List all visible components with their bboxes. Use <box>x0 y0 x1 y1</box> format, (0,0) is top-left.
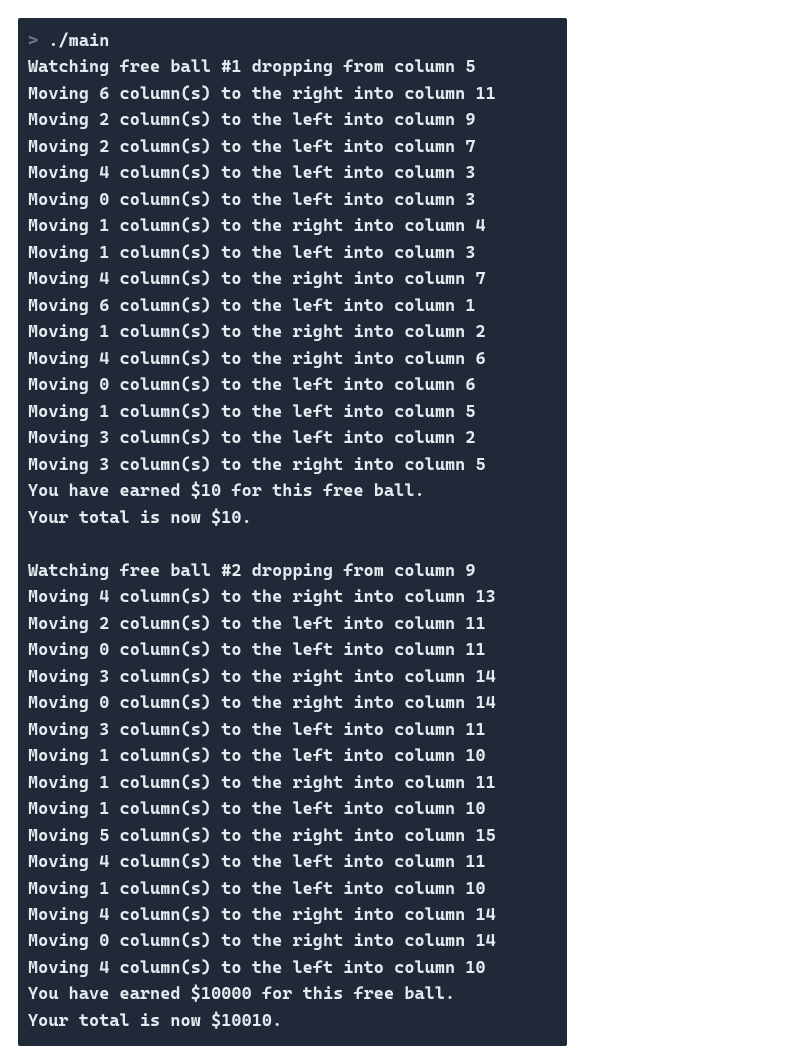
output-line: You have earned $10 for this free ball. <box>28 478 557 504</box>
output-line: Moving 4 column(s) to the left into colu… <box>28 849 557 875</box>
output-line: Watching free ball #1 dropping from colu… <box>28 54 557 80</box>
output-line: Moving 1 column(s) to the left into colu… <box>28 876 557 902</box>
output-line: Moving 2 column(s) to the left into colu… <box>28 134 557 160</box>
output-line: Moving 5 column(s) to the right into col… <box>28 823 557 849</box>
output-line: Moving 3 column(s) to the right into col… <box>28 452 557 478</box>
output-line: Moving 4 column(s) to the left into colu… <box>28 160 557 186</box>
output-line: Moving 3 column(s) to the right into col… <box>28 664 557 690</box>
output-line: Moving 1 column(s) to the right into col… <box>28 213 557 239</box>
output-line: Moving 4 column(s) to the right into col… <box>28 346 557 372</box>
output-line: You have earned $10000 for this free bal… <box>28 981 557 1007</box>
output-line: Moving 0 column(s) to the left into colu… <box>28 372 557 398</box>
blank-line <box>28 531 557 557</box>
prompt-symbol: > <box>28 31 38 51</box>
output-line: Moving 4 column(s) to the right into col… <box>28 266 557 292</box>
prompt-line: > ./main <box>28 28 557 54</box>
output-line: Moving 2 column(s) to the left into colu… <box>28 107 557 133</box>
output-line: Moving 4 column(s) to the left into colu… <box>28 955 557 981</box>
output-line: Moving 3 column(s) to the left into colu… <box>28 425 557 451</box>
output-line: Moving 3 column(s) to the left into colu… <box>28 717 557 743</box>
output-line: Moving 1 column(s) to the right into col… <box>28 770 557 796</box>
terminal-output: Watching free ball #1 dropping from colu… <box>28 54 557 1034</box>
output-line: Moving 1 column(s) to the right into col… <box>28 319 557 345</box>
output-line: Moving 1 column(s) to the left into colu… <box>28 240 557 266</box>
output-line: Your total is now $10010. <box>28 1008 557 1034</box>
prompt-command: ./main <box>48 31 109 51</box>
output-line: Moving 0 column(s) to the left into colu… <box>28 637 557 663</box>
output-line: Your total is now $10. <box>28 505 557 531</box>
output-line: Moving 2 column(s) to the left into colu… <box>28 611 557 637</box>
output-line: Moving 1 column(s) to the left into colu… <box>28 796 557 822</box>
terminal-window[interactable]: > ./main Watching free ball #1 dropping … <box>18 18 567 1046</box>
output-line: Watching free ball #2 dropping from colu… <box>28 558 557 584</box>
output-line: Moving 0 column(s) to the left into colu… <box>28 187 557 213</box>
output-line: Moving 4 column(s) to the right into col… <box>28 584 557 610</box>
output-line: Moving 0 column(s) to the right into col… <box>28 928 557 954</box>
output-line: Moving 6 column(s) to the left into colu… <box>28 293 557 319</box>
output-line: Moving 4 column(s) to the right into col… <box>28 902 557 928</box>
output-line: Moving 1 column(s) to the left into colu… <box>28 399 557 425</box>
output-line: Moving 1 column(s) to the left into colu… <box>28 743 557 769</box>
output-line: Moving 6 column(s) to the right into col… <box>28 81 557 107</box>
output-line: Moving 0 column(s) to the right into col… <box>28 690 557 716</box>
